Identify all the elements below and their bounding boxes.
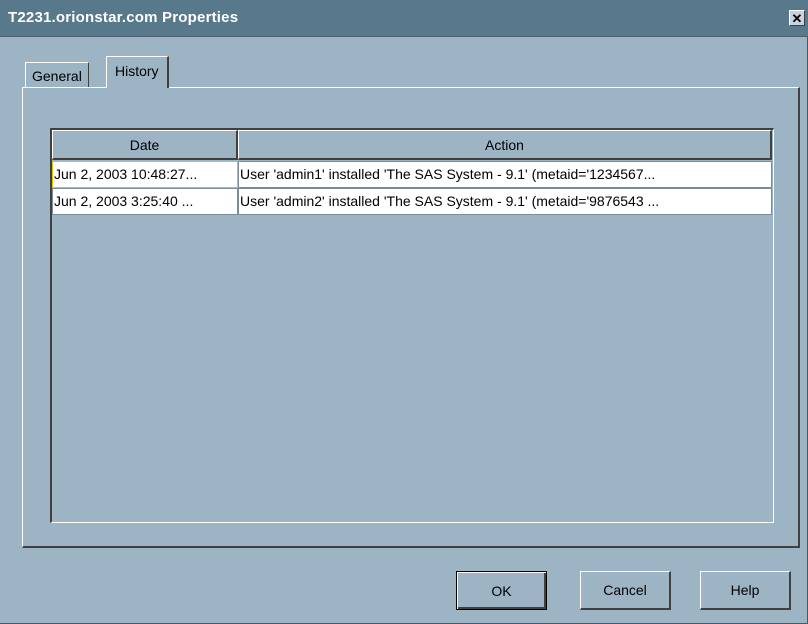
history-table[interactable]: Date Action Jun 2, 2003 10:48:27... User…	[50, 128, 774, 523]
tab-general[interactable]: General	[25, 62, 89, 87]
properties-dialog: T2231.orionstar.com Properties ✕ General…	[0, 0, 808, 624]
date-cell[interactable]: Jun 2, 2003 3:25:40 ...	[52, 188, 238, 215]
table-row[interactable]: Jun 2, 2003 10:48:27... User 'admin1' in…	[52, 161, 772, 188]
close-icon[interactable]: ✕	[789, 10, 805, 26]
tab-history[interactable]: History	[106, 56, 169, 88]
action-cell[interactable]: User 'admin1' installed 'The SAS System …	[238, 161, 772, 188]
cancel-button[interactable]: Cancel	[580, 571, 671, 610]
window-title: T2231.orionstar.com Properties	[8, 9, 239, 26]
title-bar[interactable]: T2231.orionstar.com Properties ✕	[0, 0, 808, 37]
tab-general-label: General	[32, 68, 82, 84]
column-header-date[interactable]: Date	[52, 130, 238, 160]
help-button[interactable]: Help	[700, 571, 791, 610]
ok-button[interactable]: OK	[456, 571, 547, 610]
table-row[interactable]: Jun 2, 2003 3:25:40 ... User 'admin2' in…	[52, 188, 772, 215]
date-cell[interactable]: Jun 2, 2003 10:48:27...	[52, 161, 238, 188]
tab-history-label: History	[115, 62, 159, 79]
column-header-action[interactable]: Action	[238, 130, 772, 160]
action-cell[interactable]: User 'admin2' installed 'The SAS System …	[238, 188, 772, 215]
